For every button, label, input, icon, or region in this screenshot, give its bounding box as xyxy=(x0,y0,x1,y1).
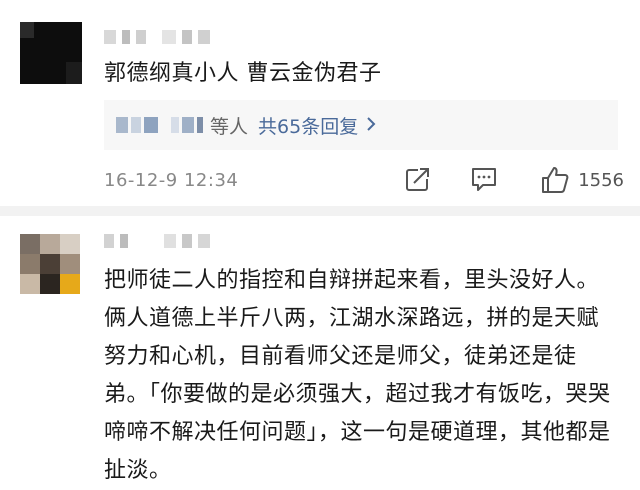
comment-text: 郭德纲真小人 曹云金伪君子 xyxy=(104,61,382,86)
comment-actions: 1556 xyxy=(404,164,624,196)
reply-preview[interactable]: 等人 共65条回复 xyxy=(104,100,618,150)
view-replies-link[interactable]: 共65条回复 xyxy=(258,112,358,139)
share-icon[interactable] xyxy=(404,165,434,195)
like-count: 1556 xyxy=(578,169,624,191)
comment-meta: 16-12-9 12:34 1556 xyxy=(104,164,624,196)
avatar[interactable] xyxy=(20,22,82,84)
comment-2: 把师徒二人的指控和自辩拼起来看，里头没好人。俩人道德上半斤八两，江湖水深路远，拼… xyxy=(0,216,640,483)
comment-divider xyxy=(0,206,640,216)
username-blurred[interactable] xyxy=(104,30,216,44)
comment-text: 把师徒二人的指控和自辩拼起来看，里头没好人。俩人道德上半斤八两，江湖水深路远，拼… xyxy=(104,268,611,483)
comment-1: 郭德纲真小人 曹云金伪君子 等人 共65条回复 16-12-9 12:34 15… xyxy=(0,0,640,206)
chevron-right-icon xyxy=(366,113,376,137)
comment-icon[interactable] xyxy=(470,165,500,195)
username-blurred[interactable] xyxy=(104,234,216,248)
avatar[interactable] xyxy=(20,234,80,294)
replier-avatars-blurred xyxy=(116,117,206,133)
thumbs-up-icon[interactable] xyxy=(540,165,570,195)
reply-suffix: 等人 xyxy=(210,115,249,138)
timestamp: 16-12-9 12:34 xyxy=(104,169,239,191)
